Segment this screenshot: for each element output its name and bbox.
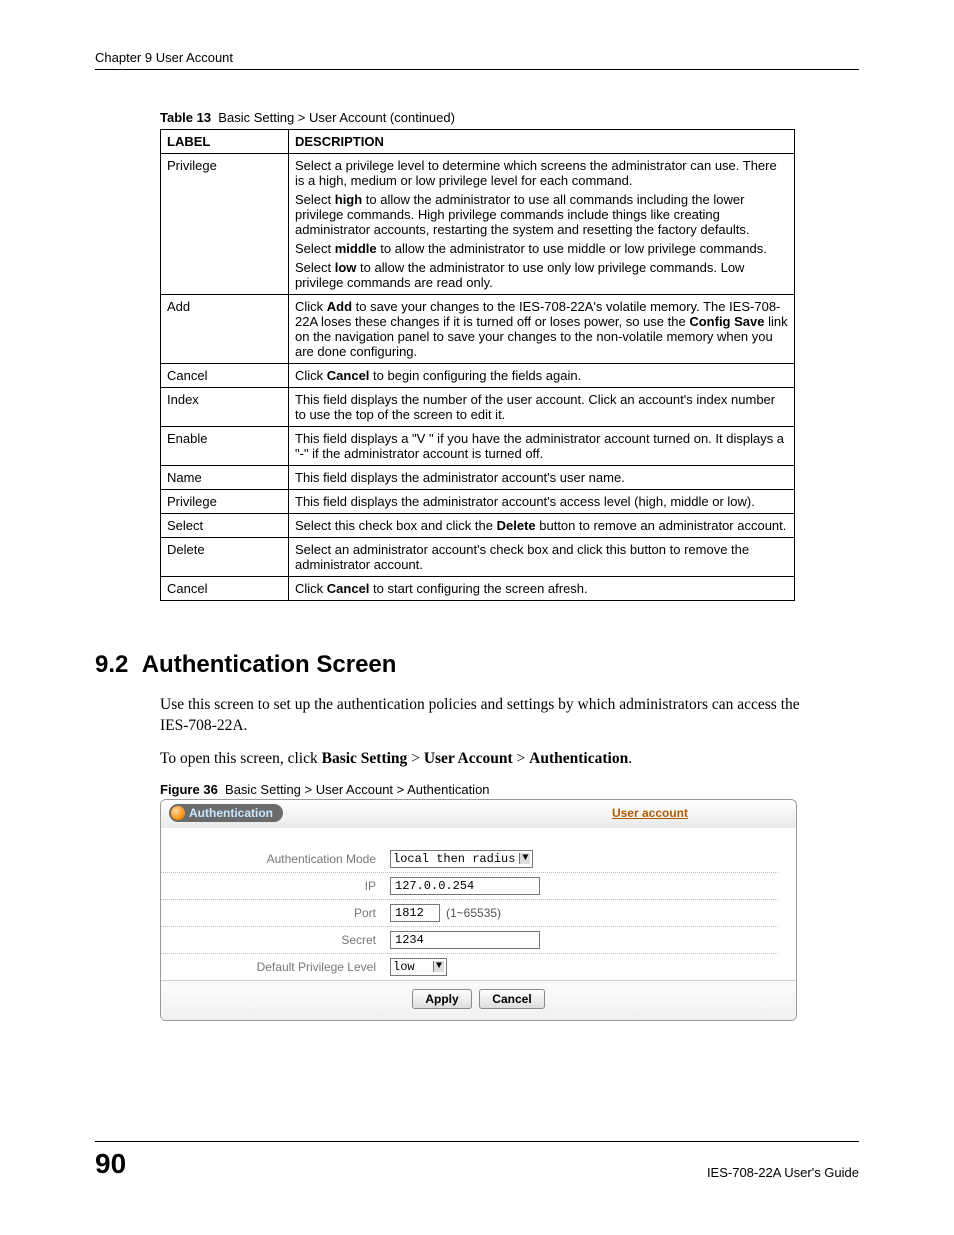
- cell-label: Cancel: [161, 577, 289, 601]
- desc-text: Select a privilege level to determine wh…: [295, 158, 788, 188]
- label-ip: IP: [161, 879, 390, 893]
- guide-name: IES-708-22A User's Guide: [707, 1165, 859, 1180]
- cell-label: Delete: [161, 538, 289, 577]
- table-caption: Table 13 Basic Setting > User Account (c…: [160, 110, 859, 125]
- cell-description: This field displays a "V " if you have t…: [289, 427, 795, 466]
- table-row: Privilege This field displays the admini…: [161, 490, 795, 514]
- nav-paragraph: To open this screen, click Basic Setting…: [160, 749, 800, 770]
- label-authentication-mode: Authentication Mode: [161, 852, 390, 866]
- cell-description: Select a privilege level to determine wh…: [289, 154, 795, 295]
- page-header: Chapter 9 User Account: [95, 50, 859, 70]
- desc-text: Select middle to allow the administrator…: [295, 241, 788, 256]
- select-default-privilege-level[interactable]: low ▼: [390, 958, 447, 976]
- select-value: low: [393, 960, 415, 974]
- table-caption-label: Table 13: [160, 110, 211, 125]
- desc-text: Select low to allow the administrator to…: [295, 260, 788, 290]
- table-row: Enable This field displays a "V " if you…: [161, 427, 795, 466]
- cell-label: Add: [161, 295, 289, 364]
- panel-body: Authentication Mode local then radius ▼ …: [161, 828, 796, 1020]
- input-secret[interactable]: 1234: [390, 931, 540, 949]
- section-title: Authentication Screen: [142, 651, 397, 678]
- label-port: Port: [161, 906, 390, 920]
- cancel-button[interactable]: Cancel: [479, 989, 544, 1009]
- chevron-down-icon: ▼: [519, 853, 530, 864]
- cell-label: Privilege: [161, 154, 289, 295]
- table-row: Add Click Add to save your changes to th…: [161, 295, 795, 364]
- section-number: 9.2: [95, 651, 128, 678]
- page-footer: 90 IES-708-22A User's Guide: [95, 1141, 859, 1180]
- cell-description: Click Add to save your changes to the IE…: [289, 295, 795, 364]
- th-label: LABEL: [161, 130, 289, 154]
- hint-port-range: (1~65535): [446, 906, 501, 920]
- cell-description: Select this check box and click the Dele…: [289, 514, 795, 538]
- row-secret: Secret 1234: [161, 927, 778, 954]
- table-row: Cancel Click Cancel to start configuring…: [161, 577, 795, 601]
- cell-description: This field displays the administrator ac…: [289, 466, 795, 490]
- input-port[interactable]: 1812: [390, 904, 440, 922]
- desc-text: Select high to allow the administrator t…: [295, 192, 788, 237]
- label-secret: Secret: [161, 933, 390, 947]
- table-row: Privilege Select a privilege level to de…: [161, 154, 795, 295]
- table-row: Cancel Click Cancel to begin configuring…: [161, 364, 795, 388]
- row-default-privilege-level: Default Privilege Level low ▼: [161, 954, 778, 980]
- row-authentication-mode: Authentication Mode local then radius ▼: [161, 846, 778, 873]
- cell-description: Select an administrator account's check …: [289, 538, 795, 577]
- row-port: Port 1812 (1~65535): [161, 900, 778, 927]
- user-account-link[interactable]: User account: [612, 806, 688, 820]
- figure-caption: Figure 36 Basic Setting > User Account >…: [160, 782, 859, 797]
- panel-title-pill: Authentication: [169, 804, 283, 822]
- cell-description: This field displays the administrator ac…: [289, 490, 795, 514]
- page-number: 90: [95, 1148, 126, 1180]
- panel-titlebar: Authentication User account: [161, 800, 796, 828]
- panel-title: Authentication: [189, 806, 273, 820]
- table-row: Delete Select an administrator account's…: [161, 538, 795, 577]
- table-row: Select Select this check box and click t…: [161, 514, 795, 538]
- desc-text: Click Add to save your changes to the IE…: [295, 299, 788, 359]
- section-heading: 9.2 Authentication Screen: [95, 651, 859, 679]
- panel-title-icon: [171, 806, 185, 820]
- table-header-row: LABEL DESCRIPTION: [161, 130, 795, 154]
- cell-label: Index: [161, 388, 289, 427]
- select-authentication-mode[interactable]: local then radius ▼: [390, 850, 533, 868]
- input-ip[interactable]: 127.0.0.254: [390, 877, 540, 895]
- cell-description: Click Cancel to start configuring the sc…: [289, 577, 795, 601]
- panel-footer: Apply Cancel: [161, 980, 796, 1020]
- reference-table: LABEL DESCRIPTION Privilege Select a pri…: [160, 129, 795, 601]
- cell-label: Enable: [161, 427, 289, 466]
- th-description: DESCRIPTION: [289, 130, 795, 154]
- table-row: Name This field displays the administrat…: [161, 466, 795, 490]
- row-ip: IP 127.0.0.254: [161, 873, 778, 900]
- cell-description: This field displays the number of the us…: [289, 388, 795, 427]
- figure-caption-label: Figure 36: [160, 782, 218, 797]
- select-value: local then radius: [393, 852, 515, 866]
- table-caption-text: Basic Setting > User Account (continued): [218, 110, 455, 125]
- chapter-label: Chapter 9 User Account: [95, 50, 233, 65]
- label-default-privilege-level: Default Privilege Level: [161, 960, 390, 974]
- authentication-panel: Authentication User account Authenticati…: [160, 799, 797, 1021]
- figure-caption-text: Basic Setting > User Account > Authentic…: [225, 782, 490, 797]
- cell-description: Click Cancel to begin configuring the fi…: [289, 364, 795, 388]
- cell-label: Cancel: [161, 364, 289, 388]
- cell-label: Name: [161, 466, 289, 490]
- cell-label: Privilege: [161, 490, 289, 514]
- apply-button[interactable]: Apply: [412, 989, 471, 1009]
- intro-paragraph: Use this screen to set up the authentica…: [160, 695, 800, 737]
- table-row: Index This field displays the number of …: [161, 388, 795, 427]
- cell-label: Select: [161, 514, 289, 538]
- chevron-down-icon: ▼: [433, 961, 444, 972]
